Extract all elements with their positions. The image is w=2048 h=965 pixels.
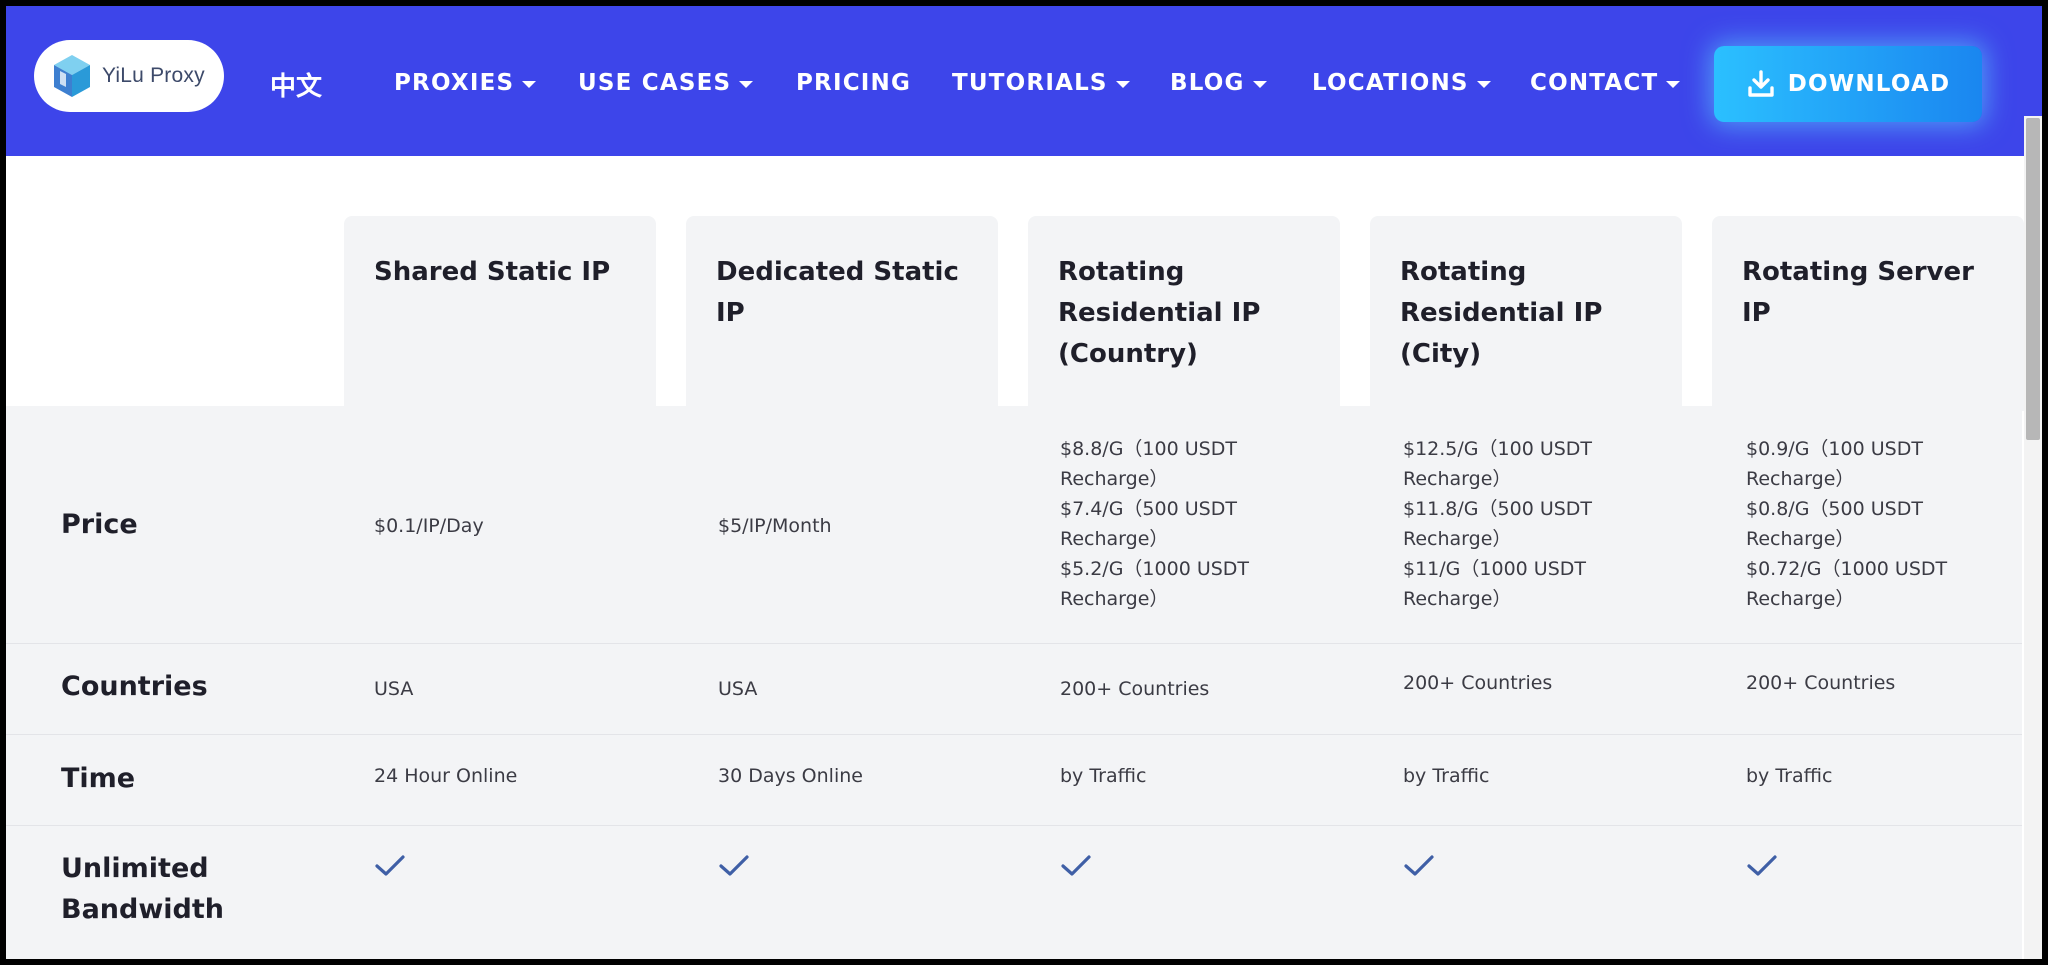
download-button[interactable]: DOWNLOAD	[1714, 46, 1982, 122]
column-header-label: Dedicated Static	[716, 257, 959, 287]
row-label: Countries	[61, 671, 208, 702]
table-cell: by Traffic	[1746, 765, 1833, 787]
nav-item-label: PRICING	[796, 70, 912, 96]
column-header-label: Residential IP	[1400, 298, 1603, 328]
row-label-line: Unlimited	[61, 853, 209, 884]
nav-item-tutorials[interactable]: TUTORIALS	[952, 70, 1130, 96]
logo-text: YiLu Proxy	[102, 64, 205, 87]
table-cell: $8.8/G（100 USDT Recharge） $7.4/G（500 USD…	[1060, 438, 1250, 610]
logo[interactable]: YiLu Proxy	[34, 40, 224, 112]
download-icon	[1748, 70, 1774, 97]
table-cell: 30 Days Online	[718, 765, 863, 787]
column-header-label: Rotating	[1058, 257, 1185, 287]
table-cell: by Traffic	[1060, 765, 1147, 787]
row-divider	[6, 825, 2022, 826]
table-cell: by Traffic	[1403, 765, 1490, 787]
caret-down-icon	[522, 80, 537, 88]
scrollbar-thumb[interactable]	[2026, 118, 2040, 440]
column-header-label: IP	[716, 298, 745, 328]
table-cell: USA	[718, 678, 758, 700]
nav-item-locations[interactable]: LOCATIONS	[1312, 70, 1491, 96]
row-label: Unlimited Bandwidth	[61, 848, 224, 930]
table-cell: $0.9/G（100 USDT Recharge） $0.8/G（500 USD…	[1746, 438, 1948, 610]
caret-down-icon	[1115, 80, 1130, 88]
nav-item-label: LOCATIONS	[1312, 70, 1469, 96]
row-divider	[6, 643, 2022, 644]
row-label: Time	[61, 763, 136, 794]
nav-item-label: USE CASES	[578, 70, 732, 96]
checkmark-icon	[719, 855, 749, 876]
column-header-label: (City)	[1400, 339, 1482, 369]
table-cell: 24 Hour Online	[374, 765, 518, 787]
checkmark-icon	[375, 855, 405, 876]
caret-down-icon	[739, 80, 754, 88]
nav-item-pricing[interactable]: PRICING	[796, 70, 911, 96]
table-cell: $12.5/G（100 USDT Recharge） $11.8/G（500 U…	[1403, 438, 1593, 610]
column-header-label: Rotating	[1400, 257, 1527, 287]
row-label-line: Bandwidth	[61, 894, 225, 925]
top-nav: YiLu Proxy 中文 PROXIES USE CASES PRICING TUT…	[6, 6, 2042, 156]
checkmark-icon	[1747, 855, 1777, 876]
column-header-label: Shared Static IP	[374, 257, 611, 287]
column-header: Rotating Server IP	[1712, 216, 2024, 411]
table-cell: $5/IP/Month	[718, 515, 832, 537]
nav-item-use-cases[interactable]: USE CASES	[578, 70, 754, 96]
nav-item-label: TUTORIALS	[952, 70, 1108, 96]
column-header: Dedicated Static IP	[686, 216, 998, 411]
column-header: Rotating Residential IP (City)	[1370, 216, 1682, 411]
nav-item-proxies[interactable]: PROXIES	[394, 70, 537, 96]
nav-item-blog[interactable]: BLOG	[1170, 70, 1267, 96]
logo-cube-icon	[52, 53, 92, 99]
download-label: DOWNLOAD	[1787, 71, 1951, 97]
column-header-label: (Country)	[1058, 339, 1198, 369]
row-divider	[6, 734, 2022, 735]
table-cell: 200+ Countries	[1403, 672, 1553, 694]
row-label: Price	[61, 509, 138, 540]
caret-down-icon	[1476, 80, 1491, 88]
checkmark-icon	[1404, 855, 1434, 876]
column-header: Shared Static IP	[344, 216, 656, 411]
column-header-label: Residential IP	[1058, 298, 1261, 328]
language-switch[interactable]: 中文	[270, 66, 322, 103]
nav-item-label: BLOG	[1170, 70, 1245, 96]
table-cell: 200+ Countries	[1746, 672, 1896, 694]
nav-item-label: CONTACT	[1530, 70, 1659, 96]
comparison-table-body	[6, 406, 2022, 959]
column-header: Rotating Residential IP (Country)	[1028, 216, 1340, 411]
table-cell: 200+ Countries	[1060, 678, 1210, 700]
page: YiLu Proxy 中文 PROXIES USE CASES PRICING TUT…	[6, 6, 2042, 959]
table-cell: USA	[374, 678, 414, 700]
caret-down-icon	[1252, 80, 1267, 88]
column-header-label: Rotating Server IP	[1742, 257, 1974, 328]
caret-down-icon	[1666, 80, 1681, 88]
table-cell: $0.1/IP/Day	[374, 515, 484, 537]
nav-item-contact[interactable]: CONTACT	[1530, 70, 1681, 96]
checkmark-icon	[1061, 855, 1091, 876]
nav-item-label: PROXIES	[394, 70, 515, 96]
